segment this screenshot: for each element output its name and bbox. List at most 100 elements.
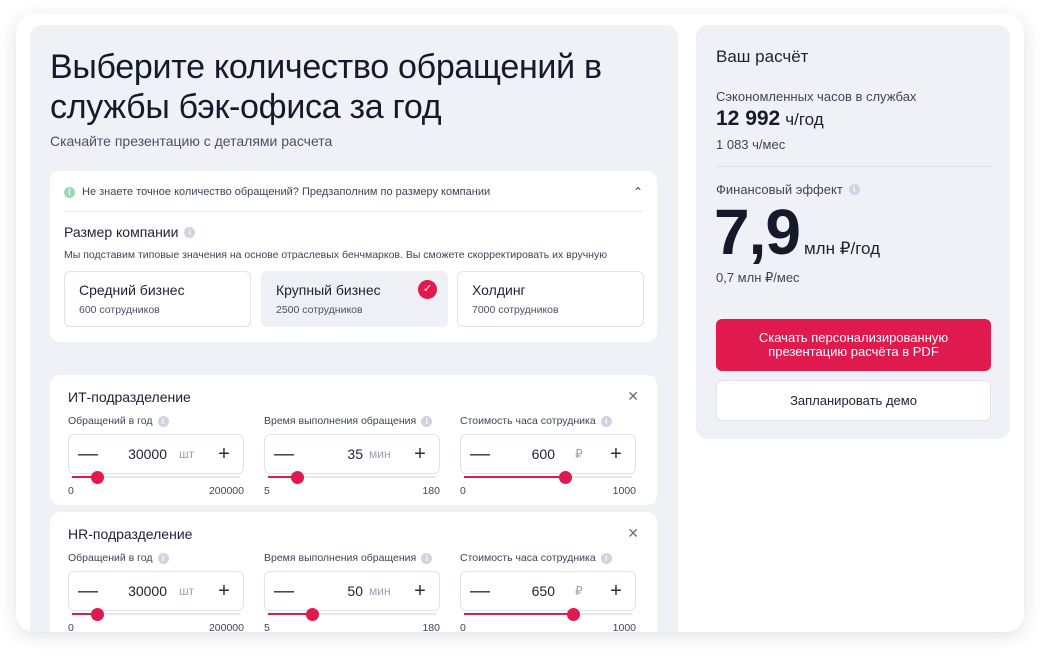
slider-handle[interactable] — [567, 608, 581, 621]
input-panel: Выберите количество обращений в службы б… — [30, 25, 678, 632]
size-option-holding[interactable]: Холдинг 7000 сотрудников — [457, 271, 644, 327]
prefill-hint[interactable]: i Не знаете точное количество обращений?… — [64, 186, 490, 198]
plus-icon[interactable]: + — [213, 580, 235, 602]
field-label: Стоимость часа сотрудника i — [460, 552, 636, 564]
stepper-unit: мин — [369, 584, 391, 598]
slider-min: 0 — [68, 622, 74, 632]
info-icon[interactable]: i — [600, 415, 612, 427]
department-hr: HR-подразделение ✕ Обращений в год i — 3… — [50, 512, 657, 632]
stepper-unit: шт — [179, 584, 195, 598]
slider-handle[interactable] — [305, 608, 319, 621]
check-icon: ✓ — [418, 280, 437, 299]
size-option-employees: 2500 сотрудников — [276, 304, 363, 316]
range-slider[interactable] — [268, 608, 436, 621]
quantity-stepper: — 50 мин + — [264, 571, 440, 611]
field-label-text: Время выполнения обращения — [264, 415, 417, 427]
slider-max: 180 — [422, 622, 440, 632]
schedule-demo-button[interactable]: Запланировать демо — [716, 380, 991, 421]
info-icon[interactable]: i — [848, 184, 860, 195]
info-icon[interactable]: i — [421, 415, 433, 427]
field-hour-cost: Стоимость часа сотрудника i — 600 ₽ + 0 … — [460, 415, 636, 497]
slider-handle[interactable] — [91, 471, 105, 484]
plus-icon[interactable]: + — [605, 580, 627, 602]
minus-icon[interactable]: — — [273, 580, 295, 602]
chevron-up-icon[interactable]: ⌃ — [633, 185, 643, 199]
field-label-text: Стоимость часа сотрудника — [460, 552, 596, 564]
field-label: Время выполнения обращения i — [264, 552, 440, 564]
saved-hours-unit: ч/год — [785, 110, 824, 129]
close-icon[interactable]: ✕ — [627, 388, 639, 405]
field-hour-cost: Стоимость часа сотрудника i — 650 ₽ + 0 … — [460, 552, 636, 632]
saved-hours: 12 992 ч/год — [716, 107, 824, 131]
range-slider[interactable] — [464, 608, 632, 621]
prefill-hint-text: Не знаете точное количество обращений? П… — [82, 186, 491, 198]
slider-range: 0 200000 — [68, 622, 244, 632]
stepper-value[interactable]: 30000 — [128, 583, 167, 599]
stepper-unit: шт — [179, 447, 195, 461]
info-icon[interactable]: i — [184, 226, 196, 238]
plus-icon[interactable]: + — [409, 443, 431, 465]
range-slider[interactable] — [72, 471, 240, 484]
quantity-stepper: — 35 мин + — [264, 434, 440, 474]
field-requests: Обращений в год i — 30000 шт + 0 200000 — [68, 415, 244, 497]
plus-icon[interactable]: + — [409, 580, 431, 602]
divider — [64, 211, 643, 212]
info-icon[interactable]: i — [157, 552, 169, 564]
result-panel: Ваш расчёт Сэкономленных часов в службах… — [696, 25, 1010, 439]
stepper-value[interactable]: 35 — [347, 446, 363, 462]
range-slider[interactable] — [268, 471, 436, 484]
page-subtitle: Скачайте презентацию с деталями расчета — [50, 133, 333, 149]
size-option-large[interactable]: Крупный бизнес 2500 сотрудников ✓ — [261, 271, 448, 327]
minus-icon[interactable]: — — [273, 443, 295, 465]
quantity-stepper: — 30000 шт + — [68, 434, 244, 474]
quantity-stepper: — 600 ₽ + — [460, 434, 636, 474]
slider-max: 1000 — [612, 485, 636, 497]
size-option-name: Средний бизнес — [79, 282, 185, 298]
field-label: Стоимость часа сотрудника i — [460, 415, 636, 427]
page-title: Выберите количество обращений в службы б… — [50, 48, 602, 126]
saved-hours-value: 12 992 — [716, 107, 781, 130]
minus-icon[interactable]: — — [77, 580, 99, 602]
company-size-label: Размер компании i — [64, 224, 196, 240]
field-label: Время выполнения обращения i — [264, 415, 440, 427]
slider-handle[interactable] — [91, 608, 105, 621]
stepper-unit: мин — [369, 447, 391, 461]
info-icon[interactable]: i — [421, 552, 433, 564]
stepper-value[interactable]: 650 — [532, 583, 555, 599]
slider-max: 180 — [422, 485, 440, 497]
stepper-value[interactable]: 600 — [532, 446, 555, 462]
stepper-unit: ₽ — [575, 447, 583, 461]
plus-icon[interactable]: + — [213, 443, 235, 465]
slider-range: 5 180 — [264, 485, 440, 497]
financial-effect-month: 0,7 млн ₽/мес — [716, 270, 800, 285]
info-icon[interactable]: i — [157, 415, 169, 427]
info-icon: i — [64, 186, 75, 198]
field-duration: Время выполнения обращения i — 50 мин + … — [264, 552, 440, 632]
range-slider[interactable] — [72, 608, 240, 621]
minus-icon[interactable]: — — [469, 443, 491, 465]
range-slider[interactable] — [464, 471, 632, 484]
slider-range: 5 180 — [264, 622, 440, 632]
stepper-value[interactable]: 30000 — [128, 446, 167, 462]
slider-range: 0 1000 — [460, 485, 636, 497]
slider-max: 200000 — [208, 485, 244, 497]
saved-hours-label: Сэкономленных часов в службах — [716, 89, 917, 104]
download-pdf-button[interactable]: Скачать персонализированную презентацию … — [716, 319, 991, 371]
minus-icon[interactable]: — — [469, 580, 491, 602]
info-icon[interactable]: i — [600, 552, 612, 564]
department-title: ИТ-подразделение — [68, 389, 191, 405]
minus-icon[interactable]: — — [77, 443, 99, 465]
calculator-card: Выберите количество обращений в службы б… — [16, 14, 1024, 632]
size-option-employees: 600 сотрудников — [79, 304, 160, 316]
plus-icon[interactable]: + — [605, 443, 627, 465]
quantity-stepper: — 650 ₽ + — [460, 571, 636, 611]
field-label: Обращений в год i — [68, 415, 244, 427]
field-label-text: Стоимость часа сотрудника — [460, 415, 596, 427]
field-label-text: Обращений в год — [68, 415, 153, 427]
slider-handle[interactable] — [290, 471, 304, 484]
slider-handle[interactable] — [558, 471, 572, 484]
close-icon[interactable]: ✕ — [627, 525, 639, 542]
size-option-medium[interactable]: Средний бизнес 600 сотрудников — [64, 271, 251, 327]
slider-fill — [464, 476, 565, 478]
stepper-value[interactable]: 50 — [347, 583, 363, 599]
